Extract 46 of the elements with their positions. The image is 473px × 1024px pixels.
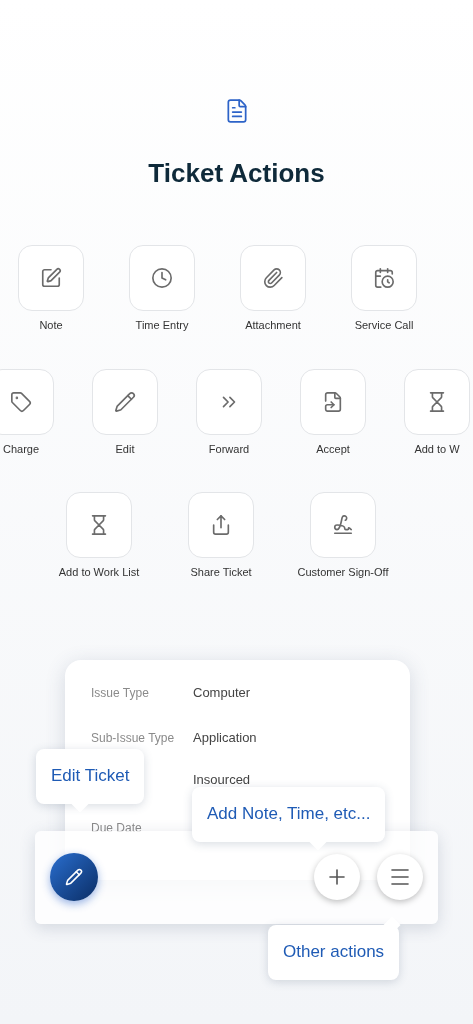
pencil-icon [65,868,83,886]
tooltip-text: Edit Ticket [51,765,130,788]
document-arrow-icon [322,390,344,413]
action-label: Service Call [354,318,414,333]
signature-icon [332,514,354,536]
field-value: Application [193,728,257,747]
menu-button[interactable] [377,854,423,900]
field-value: Insourced [193,770,251,789]
clock-icon [151,267,173,289]
action-button[interactable] [0,368,54,435]
page-title: Ticket Actions [148,157,325,190]
add-button[interactable] [314,854,360,900]
pencil-icon [114,390,136,413]
action-label: Forward [208,441,250,457]
action-label: Accept [316,441,350,457]
action-button[interactable] [92,368,158,435]
action-label: Time Entry [135,318,189,333]
action-label: Edit [115,441,135,457]
action-label: Share Ticket [190,565,252,580]
action-button[interactable] [404,368,470,435]
field-label: Sub-Issue Type [91,730,175,745]
action-label: Charge [2,441,40,457]
action-button[interactable] [129,245,195,311]
paperclip-icon [262,267,284,289]
action-label: Attachment [245,318,301,333]
note-edit-icon [40,267,62,289]
action-button[interactable] [351,245,417,311]
calendar-clock-icon [373,267,395,289]
field-label: Issue Type [91,685,149,700]
action-button[interactable] [66,492,132,558]
action-button[interactable] [240,245,306,311]
action-button[interactable] [188,492,254,558]
field-value: Computer [193,683,251,702]
field-label: Due Date [91,820,142,835]
action-label: Customer Sign-Off [297,565,389,580]
tooltip-text: Other actions [283,941,385,964]
share-icon [210,514,232,536]
tag-icon [10,390,32,413]
action-label: Add to Work List [58,565,140,580]
action-button[interactable] [310,492,376,558]
action-button[interactable] [18,245,84,311]
tooltip-text: Add Note, Time, etc... [207,803,371,826]
action-label: Note [39,318,63,333]
action-button[interactable] [300,368,366,435]
action-label: Add to W [414,441,460,457]
edit-pencil-button[interactable] [50,853,98,901]
